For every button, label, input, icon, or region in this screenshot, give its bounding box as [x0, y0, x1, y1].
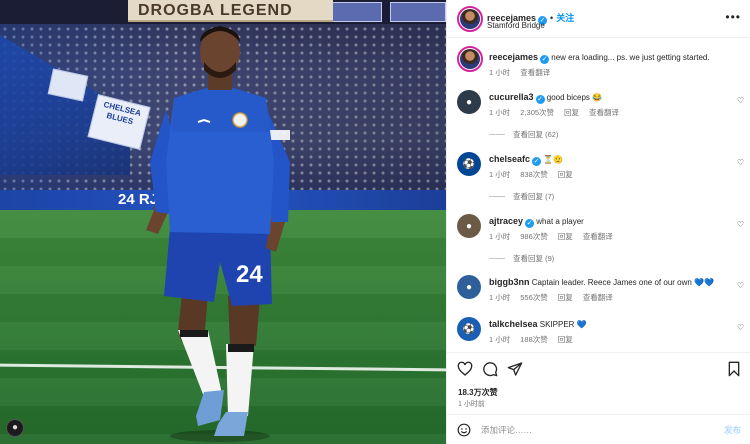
- post-actions: 18.3万次赞 1 小时前: [447, 352, 750, 412]
- comment-likes[interactable]: 838次赞: [520, 170, 548, 179]
- caption-username[interactable]: reecejames: [489, 52, 538, 62]
- comment-text: Captain leader. Reece James one of our o…: [531, 278, 714, 287]
- commenter-avatar[interactable]: ⚽: [457, 152, 481, 176]
- posted-time: 1 小时前: [458, 401, 485, 408]
- comment-text: SKIPPER 💙: [539, 320, 587, 329]
- author-avatar[interactable]: [457, 6, 483, 32]
- comment-text: ⏳🫡: [543, 155, 564, 164]
- comment-likes[interactable]: 556次赞: [520, 293, 548, 302]
- roof-sign-left: [330, 2, 382, 22]
- caption-text: new era loading... ps. we just getting s…: [551, 53, 710, 62]
- commenter-username[interactable]: chelseafc: [489, 154, 530, 164]
- heart-icon[interactable]: ♡: [737, 158, 744, 167]
- translate-link[interactable]: 查看翻译: [583, 293, 613, 302]
- comment-time: 1 小时: [489, 170, 511, 179]
- verified-badge-icon: ✓: [525, 219, 535, 228]
- commenter-username[interactable]: cucurella3: [489, 92, 534, 102]
- comment-item: ⚽ talkchelsea SKIPPER 💙 1 小时 188次赞 回复 ♡: [447, 317, 750, 349]
- comment-likes[interactable]: 986次赞: [520, 232, 548, 241]
- player-figure: 24: [146, 26, 290, 442]
- post-photo[interactable]: DROGBA LEGEND CHELSEA BLUES 24 RJ 24 ●: [0, 0, 446, 444]
- comment-item: ⚽ chelseafc ✓ ⏳🫡 1 小时 838次赞 回复 查看回复 (7) ♡: [447, 152, 750, 204]
- post-comment-button[interactable]: 发布: [724, 424, 741, 436]
- comment-likes[interactable]: 2,305次赞: [520, 108, 554, 117]
- comment-text: what a player: [536, 217, 584, 226]
- paper-plane-icon[interactable]: [507, 361, 523, 377]
- comment-likes[interactable]: 188次赞: [520, 335, 548, 344]
- verified-badge-icon: ✓: [535, 95, 545, 104]
- comment-item: ● biggb3nn Captain leader. Reece James o…: [447, 275, 750, 307]
- reply-button[interactable]: 回复: [558, 170, 573, 179]
- view-replies-link[interactable]: 查看回复 (9): [489, 253, 554, 264]
- comment-time: 1 小时: [489, 108, 511, 117]
- heart-icon[interactable]: ♡: [737, 96, 744, 105]
- comment-input[interactable]: [481, 422, 701, 438]
- bookmark-icon[interactable]: [726, 361, 742, 377]
- post-header: reecejames ✓ • 关注 Stamford Bridge •••: [447, 0, 750, 38]
- heart-icon[interactable]: ♡: [737, 323, 744, 332]
- comments-list[interactable]: reecejames ✓ new era loading... ps. we ju…: [447, 40, 750, 352]
- comment-composer: 发布: [447, 414, 750, 444]
- commenter-username[interactable]: ajtracey: [489, 216, 523, 226]
- heart-icon[interactable]: [457, 361, 473, 377]
- commenter-avatar[interactable]: ●: [457, 90, 481, 114]
- commenter-avatar[interactable]: ●: [457, 275, 481, 299]
- comment-item: ● cucurella3 ✓ good biceps 😂 1 小时 2,305次赞 回…: [447, 90, 750, 142]
- follow-button[interactable]: 关注: [556, 13, 574, 23]
- verified-badge-icon: ✓: [540, 55, 550, 64]
- comment-item: ● ajtracey ✓ what a player 1 小时 986次赞 回复 查看翻…: [447, 214, 750, 266]
- caption-avatar[interactable]: [457, 46, 483, 72]
- view-replies-link[interactable]: 查看回复 (7): [489, 191, 554, 202]
- commenter-avatar[interactable]: ●: [457, 214, 481, 238]
- heart-icon[interactable]: ♡: [737, 220, 744, 229]
- caption: reecejames ✓ new era loading... ps. we ju…: [447, 46, 750, 86]
- comment-text: good biceps 😂: [546, 93, 603, 102]
- heart-icon[interactable]: ♡: [737, 281, 744, 290]
- smiley-icon[interactable]: [457, 423, 471, 437]
- commenter-avatar[interactable]: ⚽: [457, 317, 481, 341]
- reply-button[interactable]: 回复: [558, 293, 573, 302]
- comment-icon[interactable]: [482, 361, 498, 377]
- view-replies-link[interactable]: 查看回复 (62): [489, 129, 558, 140]
- reply-button[interactable]: 回复: [564, 108, 579, 117]
- comment-time: 1 小时: [489, 293, 511, 302]
- comment-time: 1 小时: [489, 232, 511, 241]
- post-side-panel: reecejames ✓ • 关注 Stamford Bridge ••• reece…: [446, 0, 750, 444]
- reply-button[interactable]: 回复: [558, 232, 573, 241]
- caption-translate-link[interactable]: 查看翻译: [520, 68, 550, 77]
- tagged-user-icon[interactable]: ●: [6, 419, 24, 437]
- roof-sign-right: [390, 2, 446, 22]
- reply-button[interactable]: 回复: [558, 335, 573, 344]
- commenter-username[interactable]: talkchelsea: [489, 319, 538, 329]
- post-location[interactable]: Stamford Bridge: [487, 21, 545, 30]
- like-count[interactable]: 18.3万次赞: [458, 387, 498, 398]
- verified-badge-icon: ✓: [532, 157, 542, 166]
- caption-time: 1 小时: [489, 68, 511, 77]
- more-dots-icon[interactable]: •••: [725, 11, 741, 23]
- translate-link[interactable]: 查看翻译: [589, 108, 619, 117]
- commenter-username[interactable]: biggb3nn: [489, 277, 530, 287]
- comment-time: 1 小时: [489, 335, 511, 344]
- shorts-number: 24: [236, 261, 263, 288]
- translate-link[interactable]: 查看翻译: [583, 232, 613, 241]
